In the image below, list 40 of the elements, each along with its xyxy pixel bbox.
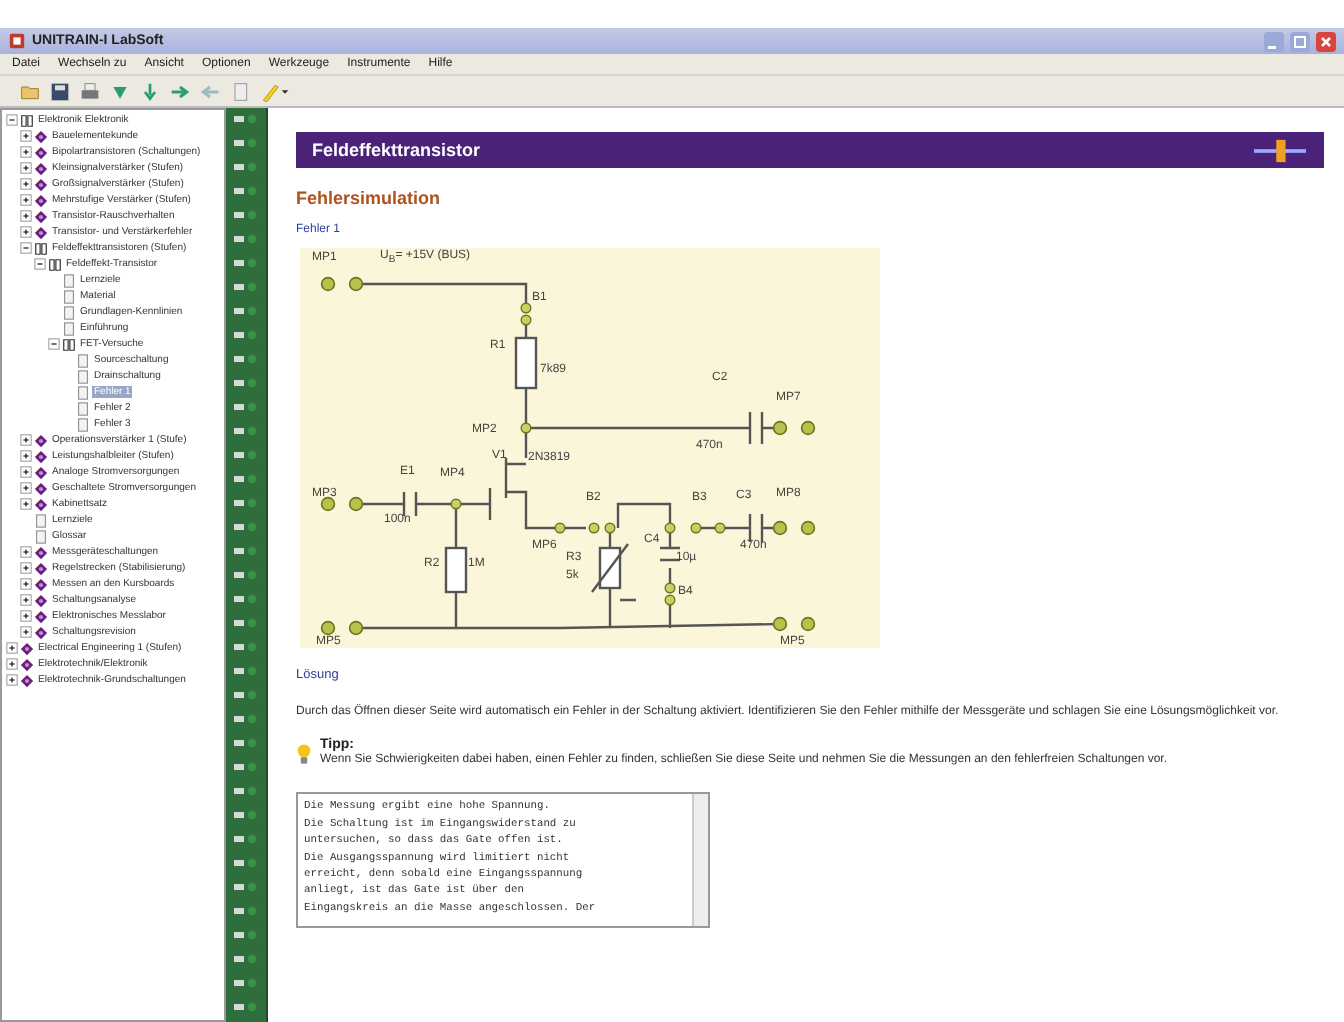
expand-toggle-icon[interactable] (20, 194, 32, 206)
forward-arrow-icon[interactable] (170, 81, 190, 101)
collapse-toggle-icon[interactable] (20, 242, 32, 254)
light-bulb-icon (296, 741, 312, 766)
expand-toggle-icon[interactable] (20, 594, 32, 606)
collapse-toggle-icon[interactable] (6, 114, 18, 126)
expand-toggle-icon[interactable] (20, 226, 32, 238)
save-icon[interactable] (50, 81, 70, 101)
expand-toggle-icon[interactable] (20, 162, 32, 174)
scrollbar[interactable] (692, 794, 708, 927)
expand-toggle-icon[interactable] (20, 178, 32, 190)
down-arrow-icon[interactable] (140, 81, 160, 101)
expand-toggle-icon[interactable] (20, 626, 32, 638)
expand-toggle-icon[interactable] (20, 546, 32, 558)
down-triangle-icon[interactable] (110, 81, 130, 101)
expand-toggle-icon[interactable] (20, 498, 32, 510)
expand-toggle-icon[interactable] (20, 482, 32, 494)
expand-toggle-icon[interactable] (20, 578, 32, 590)
print-icon[interactable] (80, 81, 100, 101)
collapse-toggle-icon[interactable] (48, 338, 60, 350)
app-icon (8, 32, 26, 50)
expand-toggle-icon[interactable] (20, 562, 32, 574)
page-title: Feldeffekttransistor (312, 140, 481, 160)
folder-icon[interactable] (20, 81, 40, 101)
collapse-toggle-icon[interactable] (34, 258, 46, 270)
expand-toggle-icon[interactable] (20, 610, 32, 622)
open-book-icon (62, 337, 76, 351)
close-icon[interactable] (1316, 31, 1336, 51)
expand-toggle-icon[interactable] (20, 146, 32, 158)
expand-toggle-icon[interactable] (20, 450, 32, 462)
expand-toggle-icon[interactable] (20, 434, 32, 446)
expand-toggle-icon[interactable] (20, 466, 32, 478)
expand-toggle-icon[interactable] (20, 210, 32, 222)
expand-toggle-icon[interactable] (6, 674, 18, 686)
expand-toggle-icon[interactable] (6, 642, 18, 654)
logo-icon (1252, 137, 1308, 163)
open-book-icon (20, 113, 34, 127)
expand-toggle-icon[interactable] (20, 130, 32, 142)
expand-toggle-icon[interactable] (6, 658, 18, 670)
section-heading: Fehlersimulation (296, 188, 443, 208)
